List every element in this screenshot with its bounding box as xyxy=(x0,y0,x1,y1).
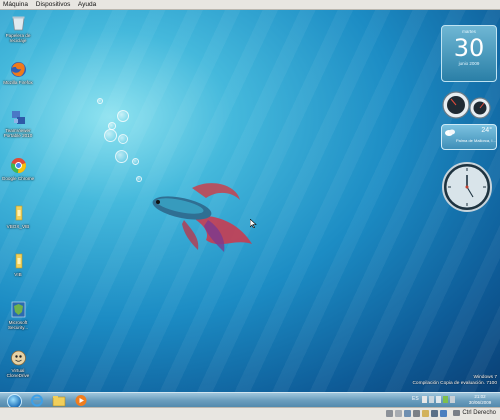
bubble xyxy=(115,150,128,163)
cloud-icon xyxy=(445,129,455,136)
desktop[interactable]: Papelera de reciclaje Mozilla Firefox Te… xyxy=(0,10,500,392)
bubble xyxy=(132,158,139,165)
vm-device-indicators xyxy=(386,410,447,417)
virtualization-icon[interactable] xyxy=(440,410,447,417)
taskbar-date: 30/06/2009 xyxy=(468,400,492,405)
vm-menu-bar: Máquina Dispositivos Ayuda xyxy=(0,0,500,10)
desktop-icon-teamviewer[interactable]: TeamViewer Portable 2010 xyxy=(0,109,36,139)
volume-icon[interactable] xyxy=(436,396,441,403)
host-key-label: Ctrl Derecho xyxy=(462,410,496,416)
file-explorer-icon[interactable] xyxy=(52,394,66,407)
bubble xyxy=(136,176,142,182)
menu-maquina[interactable]: Máquina xyxy=(3,1,28,8)
calendar-month-year: junio 2009 xyxy=(458,61,480,66)
desktop-icon-vbox-vib[interactable]: VBOX_VIB xyxy=(0,205,36,229)
bubble xyxy=(117,110,129,122)
taskbar-clock[interactable]: 21:02 30/06/2009 xyxy=(462,394,498,406)
menu-ayuda[interactable]: Ayuda xyxy=(78,1,96,8)
recycle-bin-icon xyxy=(10,14,27,31)
capture-mouse-icon[interactable] xyxy=(431,410,438,417)
teamviewer-icon xyxy=(10,109,27,126)
shared-folder-icon[interactable] xyxy=(422,410,429,417)
menu-dispositivos[interactable]: Dispositivos xyxy=(36,1,71,8)
bubble xyxy=(104,129,117,142)
weather-temperature: 24° xyxy=(481,127,492,134)
mouse-cursor-icon xyxy=(250,219,257,228)
notification-area xyxy=(422,396,455,403)
clonedrive-icon xyxy=(10,349,27,366)
weather-location: Palma de Mallorca, I... xyxy=(456,138,496,143)
security-tray-icon[interactable] xyxy=(443,396,448,403)
icon-label: TeamViewer Portable 2010 xyxy=(3,128,33,139)
folder-icon xyxy=(10,205,27,222)
media-player-icon[interactable] xyxy=(74,394,88,407)
icon-label: VIB xyxy=(14,272,22,277)
security-essentials-icon xyxy=(10,301,27,318)
icon-label: Papelera de reciclaje xyxy=(5,33,31,44)
host-key-indicator: Ctrl Derecho xyxy=(453,410,496,416)
optical-drive-icon[interactable] xyxy=(395,410,402,417)
clock-gadget[interactable] xyxy=(441,161,493,213)
taskbar: ES 21:02 30/06/2009 xyxy=(0,392,500,409)
calendar-day: 30 xyxy=(453,34,485,62)
chrome-icon xyxy=(10,157,27,174)
icon-label: Microsoft Security... xyxy=(7,320,29,331)
firefox-icon xyxy=(10,61,27,78)
hard-disk-icon[interactable] xyxy=(386,410,393,417)
network-adapter-icon[interactable] xyxy=(404,410,411,417)
language-indicator[interactable]: ES xyxy=(412,396,419,402)
watermark-build: Compilación Copia de evaluación. 7100 xyxy=(412,381,497,386)
folder-icon xyxy=(10,253,27,270)
vm-status-bar: Ctrl Derecho xyxy=(0,407,500,420)
weather-gadget[interactable]: 24° Palma de Mallorca, I... xyxy=(441,124,497,150)
cpu-meter-gadget[interactable] xyxy=(440,88,496,120)
desktop-icon-chrome[interactable]: Google Chrome xyxy=(0,157,36,181)
icon-label: Google Chrome xyxy=(1,176,35,181)
usb-device-icon[interactable] xyxy=(413,410,420,417)
icon-label: Virtual CloneDrive xyxy=(6,368,30,379)
icon-label: Mozilla Firefox xyxy=(3,80,33,85)
desktop-icon-vib[interactable]: VIB xyxy=(0,253,36,277)
desktop-icon-microsoft-security[interactable]: Microsoft Security... xyxy=(0,301,36,331)
internet-explorer-icon[interactable] xyxy=(30,394,44,407)
bubble xyxy=(118,134,128,144)
network-icon[interactable] xyxy=(429,396,434,403)
desktop-icon-firefox[interactable]: Mozilla Firefox xyxy=(0,61,36,85)
bubble xyxy=(97,98,103,104)
icon-label: VBOX_VIB xyxy=(6,224,30,229)
betta-fish-wallpaper xyxy=(152,183,252,252)
desktop-icon-recycle-bin[interactable]: Papelera de reciclaje xyxy=(0,14,36,44)
keyboard-icon xyxy=(453,410,461,416)
desktop-icon-virtual-clonedrive[interactable]: Virtual CloneDrive xyxy=(0,349,36,379)
build-watermark: Windows 7 Compilación Copia de evaluació… xyxy=(412,375,497,387)
calendar-gadget[interactable]: martes 30 junio 2009 xyxy=(441,25,497,82)
flag-icon[interactable] xyxy=(422,396,427,403)
usb-tray-icon[interactable] xyxy=(450,396,455,403)
